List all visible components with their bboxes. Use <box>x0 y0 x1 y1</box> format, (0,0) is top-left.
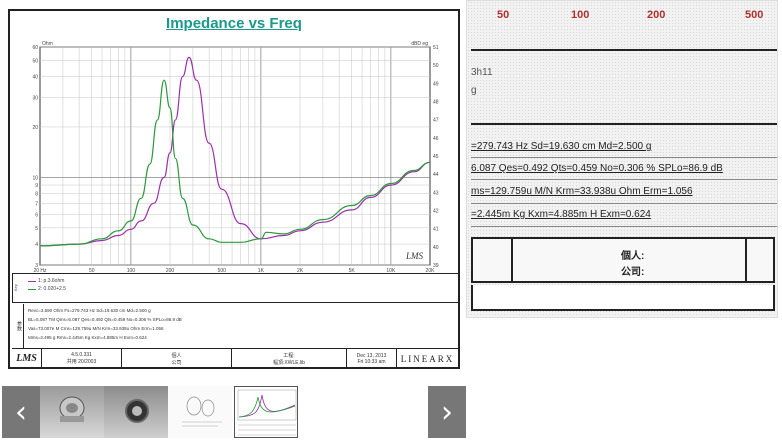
footer-brand-cell: LINEARX <box>397 349 458 368</box>
drawing-image <box>168 386 232 438</box>
impedance-chart: 6050403020109876543515049484746454443424… <box>32 41 439 273</box>
zoom-rule-4 <box>471 226 777 227</box>
zoom-param-line-3: ms=129.759u M/N Krm=33.938u Ohm Erm=1.05… <box>471 186 693 197</box>
y-tick-label: 4 <box>35 242 38 248</box>
chevron-right-icon: › <box>441 394 453 430</box>
chevron-left-icon: ‹ <box>15 394 27 430</box>
footer-project-cell: 工程: 幅頂:XWLE.lib <box>232 349 347 368</box>
y2-tick-label: 42 <box>433 209 439 215</box>
zoom-tick-500: 500 <box>745 9 764 21</box>
y2-tick-label: 41 <box>433 227 439 233</box>
footer-person-label: 個人 <box>171 352 182 359</box>
speaker-back-thumbnail[interactable] <box>104 386 168 438</box>
y2-tick-label: 51 <box>433 45 439 51</box>
y2-tick-label: 43 <box>433 190 439 196</box>
y-unit-label: Ohm <box>42 41 53 47</box>
param-line-2: BL=5.087 TM Qms=6.087 Qes=0.492 Qts=0.45… <box>28 317 182 322</box>
footer-company-label: 公司 <box>171 359 182 366</box>
zoom-param-line-4: =2.445m Kg Kxm=4.885m H Exm=0.624 <box>471 209 651 220</box>
footer-project-label: 工程: <box>283 352 295 359</box>
legend-label-1: 1: p.3.6ohm <box>38 278 65 284</box>
y2-unit-label: dBD eg <box>411 41 428 47</box>
y-tick-label: 10 <box>32 175 38 181</box>
zoom-footer-table: 個人: 公司: <box>471 237 775 283</box>
chart-thumbnail[interactable] <box>234 386 298 438</box>
zoom-table-divider-right <box>745 239 747 281</box>
y2-tick-label: 48 <box>433 100 439 106</box>
zoom-side-text-1: 3h11 <box>471 67 493 78</box>
footer-box: LMS 4.5.0.331 共用 20/2003 個人 公司 工程: 幅頂:XW… <box>12 348 458 368</box>
zoom-side-text-2: g <box>471 85 477 96</box>
legend-side-label: Key <box>12 274 24 302</box>
y2-tick-label: 46 <box>433 136 439 142</box>
zoom-tick-100: 100 <box>571 9 590 21</box>
legend-box: Key 1: p.3.6ohm 2: 0.020+2.5 <box>12 273 458 303</box>
chart-title: Impedance vs Freq <box>166 15 302 32</box>
speaker-front-image <box>40 386 104 438</box>
y2-tick-label: 47 <box>433 118 439 124</box>
image-carousel: ‹ › <box>0 386 470 438</box>
zoom-tick-200: 200 <box>647 9 666 21</box>
y2-tick-label: 44 <box>433 172 439 178</box>
y2-tick-label: 50 <box>433 63 439 69</box>
footer-version-date: 共用 20/2003 <box>66 359 97 365</box>
zoom-table-divider-left <box>511 239 513 281</box>
legend-label-2: 2: 0.020+2.5 <box>38 286 66 292</box>
footer-project-value: 幅頂:XWLE.lib <box>273 359 305 366</box>
legend-swatch-2 <box>28 288 36 290</box>
zoom-footer-bottom <box>471 285 775 311</box>
legend-swatch-1 <box>28 280 36 282</box>
lms-watermark: LMS <box>405 251 424 261</box>
params-side-label: 参数 <box>12 304 24 348</box>
y-tick-label: 50 <box>32 58 38 64</box>
y-tick-label: 9 <box>35 183 38 189</box>
y-tick-label: 30 <box>32 95 38 101</box>
y2-tick-label: 45 <box>433 154 439 160</box>
y-tick-label: 60 <box>32 45 38 51</box>
legend-row-1: 1: p.3.6ohm <box>28 278 64 284</box>
y-tick-label: 7 <box>35 201 38 207</box>
y-tick-label: 5 <box>35 226 38 232</box>
linearx-logo: LINEARX <box>400 353 455 364</box>
zoom-rule-3 <box>471 203 777 204</box>
footer-owner-cell: 個人 公司 <box>122 349 232 368</box>
zoom-company-label: 公司: <box>621 267 645 278</box>
zoom-person-label: 個人: <box>621 251 645 262</box>
y2-tick-label: 40 <box>433 245 439 251</box>
zoom-tick-50: 50 <box>497 9 510 21</box>
lms-logo: LMS <box>16 353 37 364</box>
plot-area <box>39 46 431 266</box>
chart-image <box>235 387 297 437</box>
param-line-1: Revc=3.690 Ohm Fs=279.743 Hz Sd=19.630 c… <box>28 308 151 313</box>
zoom-preview-panel: 50 100 200 500 3h11 g =279.743 Hz Sd=19.… <box>466 0 778 318</box>
param-line-3: Vas=73.007e M Cms=129.759u M/N Krm=33.93… <box>28 326 164 331</box>
carousel-next-button[interactable]: › <box>428 386 466 438</box>
zoom-rule-1 <box>471 157 777 158</box>
footer-logo-cell: LMS <box>12 349 42 368</box>
y-tick-label: 6 <box>35 213 38 219</box>
drawing-thumbnail[interactable] <box>168 386 232 438</box>
speaker-back-image <box>104 386 168 438</box>
param-line-4: Mms=2.495 g Rms=2.445m Kg Kxm=4.885m H E… <box>28 335 147 340</box>
carousel-prev-button[interactable]: ‹ <box>2 386 40 438</box>
speaker-front-thumbnail[interactable] <box>40 386 104 438</box>
y-tick-label: 8 <box>35 192 38 198</box>
footer-date-cell: Dec 13, 2013 Fri 10:33 am <box>347 349 397 368</box>
footer-version-cell: 4.5.0.331 共用 20/2003 <box>42 349 122 368</box>
zoom-divider-1 <box>471 49 777 51</box>
impedance-chart-frame: Impedance vs Freq 60 50 40 30 20 10 9 8 7 6 5 4 3 51 5… <box>8 9 460 369</box>
zoom-rule-2 <box>471 179 777 180</box>
y-tick-label: 20 <box>32 125 38 131</box>
y-tick-label: 40 <box>32 75 38 81</box>
parameters-box: 参数 Revc=3.690 Ohm Fs=279.743 Hz Sd=19.63… <box>12 304 458 348</box>
zoom-divider-2 <box>471 123 777 125</box>
footer-time: Fri 10:33 am <box>357 358 386 365</box>
zoom-param-line-2: 6.087 Qes=0.492 Qts=0.459 No=0.306 % SPL… <box>471 163 723 174</box>
legend-row-2: 2: 0.020+2.5 <box>28 286 66 292</box>
y2-tick-label: 49 <box>433 81 439 87</box>
zoom-param-line-1: =279.743 Hz Sd=19.630 cm Md=2.500 g <box>471 141 652 152</box>
